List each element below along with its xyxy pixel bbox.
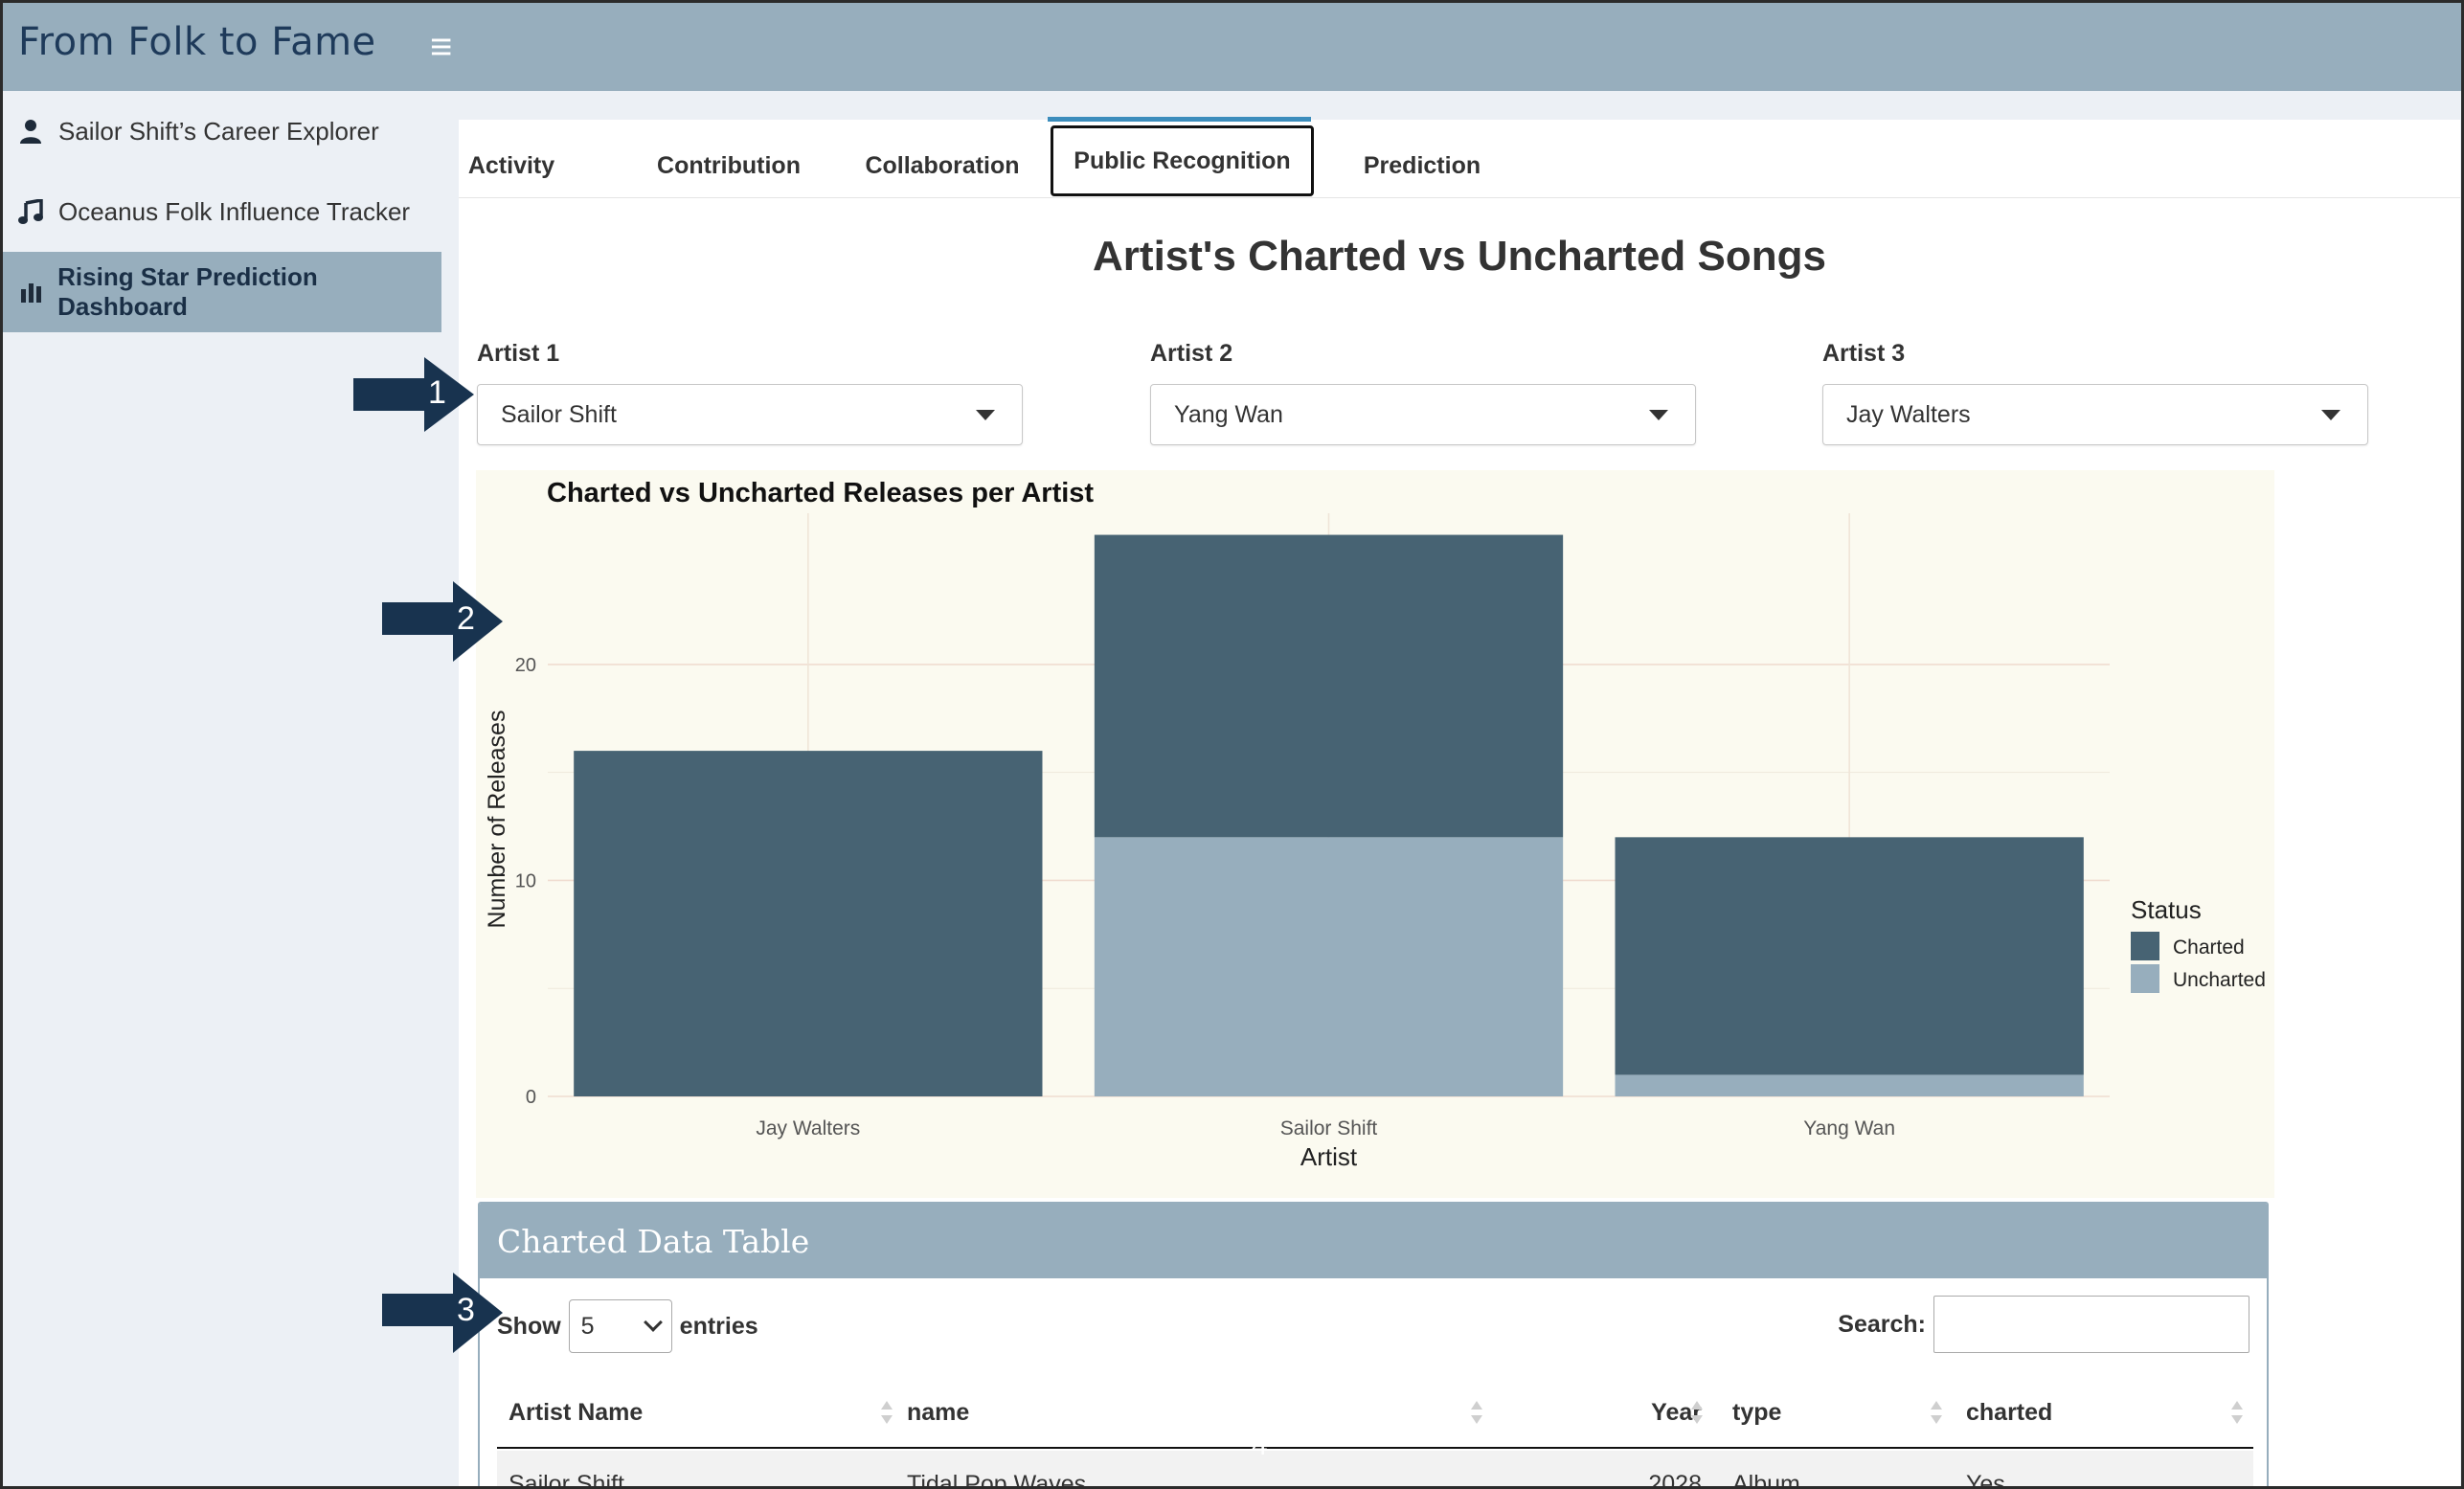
artist-1-select[interactable]: Sailor Shift (477, 384, 1023, 445)
main-area: Activity Contribution Collaboration Publ… (441, 91, 2461, 1489)
entries-select[interactable]: 5 (568, 1299, 672, 1353)
tab-public-recognition[interactable]: Public Recognition (1051, 125, 1314, 196)
callout-number-4: 4 (1252, 1430, 1268, 1461)
column-header-year[interactable]: Year (1522, 1378, 1702, 1447)
tab-panel: Activity Contribution Collaboration Publ… (459, 117, 2460, 1489)
artist-1-value: Sailor Shift (501, 400, 617, 428)
cell-name: Tidal Pop Waves (907, 1470, 1087, 1489)
artist-3-label: Artist 3 (1822, 340, 1906, 367)
artist-2-value: Yang Wan (1174, 400, 1283, 428)
legend-swatch-charted (2131, 932, 2159, 960)
legend-label-charted: Charted (2173, 936, 2245, 959)
sidebar-item-label: Rising Star Prediction Dashboard (57, 262, 318, 321)
releases-chart: 0 10 20 Jay Walters Sailor Shift Yang Wan Char… (476, 470, 2274, 1198)
artist-2-label: Artist 2 (1150, 340, 1233, 367)
releases-chart-svg: 0 10 20 Jay Walters Sailor Shift Yang Wan Char… (476, 470, 2274, 1198)
section-title: Artist's Charted vs Uncharted Songs (1093, 233, 1826, 280)
artist-3-value: Jay Walters (1846, 400, 1971, 428)
caret-down-icon (1649, 410, 1668, 420)
active-tab-indicator (1048, 117, 1311, 122)
charted-data-table-box: Charted Data Table Show 5 entries Search… (478, 1202, 2269, 1489)
sort-icon (880, 1401, 893, 1428)
callout-number: 2 (457, 600, 475, 637)
entries-label: entries (679, 1312, 758, 1340)
bar-segment-uncharted (1094, 837, 1564, 1096)
x-tick-label: Sailor Shift (1280, 1117, 1378, 1139)
search-input[interactable] (1933, 1296, 2249, 1353)
artist-1-label: Artist 1 (477, 340, 560, 367)
chevron-down-icon (643, 1313, 663, 1332)
x-axis-label: Artist (1300, 1142, 1358, 1171)
user-icon (18, 119, 43, 144)
y-tick-label: 10 (515, 870, 536, 891)
table-header: Artist Name name Year type charted (497, 1378, 2253, 1449)
cell-charted: Yes (1966, 1470, 2005, 1489)
hamburger-icon[interactable]: ≡ (430, 28, 452, 66)
sidebar: Sailor Shift’s Career Explorer Oceanus F… (3, 91, 441, 1486)
cell-year: 2028 (1648, 1470, 1702, 1489)
sidebar-item-label: Oceanus Folk Influence Tracker (58, 196, 411, 226)
tab-prediction[interactable]: Prediction (1340, 135, 1504, 196)
bar-segment-charted (574, 751, 1043, 1096)
column-header-name[interactable]: name (907, 1378, 969, 1447)
chart-title: Charted vs Uncharted Releases per Artist (547, 478, 1094, 508)
y-axis-label: Number of Releases (484, 711, 510, 929)
legend-swatch-uncharted (2131, 964, 2159, 993)
sort-icon (1690, 1401, 1704, 1428)
artist-2-select[interactable]: Yang Wan (1150, 384, 1696, 445)
x-tick-label: Yang Wan (1803, 1117, 1895, 1139)
caret-down-icon (976, 410, 995, 420)
tab-collaboration[interactable]: Collaboration (834, 135, 1051, 196)
cell-artist-name: Sailor Shift (509, 1470, 624, 1489)
bar-segment-charted (1615, 837, 2084, 1075)
tab-bar: Activity Contribution Collaboration Publ… (459, 117, 2460, 198)
column-header-artist-name[interactable]: Artist Name (509, 1378, 643, 1447)
column-header-type[interactable]: type (1732, 1378, 1781, 1447)
sort-icon (1930, 1401, 1943, 1428)
app-title: From Folk to Fame (18, 20, 376, 64)
callout-number: 1 (428, 374, 446, 411)
y-tick-label: 20 (515, 655, 536, 676)
sort-icon (1470, 1401, 1483, 1428)
tab-activity[interactable]: Activity (459, 135, 564, 196)
bar-segment-uncharted (1615, 1074, 2084, 1096)
sort-icon (2230, 1401, 2244, 1428)
column-header-charted[interactable]: charted (1966, 1378, 2052, 1447)
top-header: From Folk to Fame ≡ (3, 3, 2461, 91)
artist-3-select[interactable]: Jay Walters (1822, 384, 2368, 445)
tab-contribution[interactable]: Contribution (629, 135, 828, 196)
bar-chart-icon (18, 280, 42, 305)
show-label: Show (497, 1312, 561, 1340)
entries-control: Show 5 entries (497, 1299, 758, 1353)
sidebar-item-influence-tracker[interactable]: Oceanus Folk Influence Tracker (3, 171, 441, 252)
y-tick-label: 0 (526, 1087, 536, 1108)
legend-label-uncharted: Uncharted (2173, 969, 2266, 991)
entries-value: 5 (580, 1312, 595, 1340)
sidebar-item-career-explorer[interactable]: Sailor Shift’s Career Explorer (3, 91, 441, 171)
sidebar-item-label: Sailor Shift’s Career Explorer (58, 116, 379, 146)
callout-number: 3 (457, 1292, 475, 1328)
table-row[interactable]: Sailor Shift Tidal Pop Waves 2028 Album … (497, 1451, 2253, 1489)
legend-title: Status (2131, 895, 2202, 924)
music-note-icon (18, 199, 43, 224)
x-tick-label: Jay Walters (756, 1117, 860, 1139)
table-search: Search: (1838, 1296, 2249, 1353)
search-label: Search: (1838, 1310, 1926, 1338)
app-window: From Folk to Fame ≡ Sailor Shift’s Caree… (0, 0, 2464, 1489)
bar-segment-charted (1094, 534, 1564, 838)
box-title: Charted Data Table (480, 1204, 2267, 1278)
sidebar-item-rising-star-dashboard[interactable]: Rising Star Prediction Dashboard (3, 252, 441, 332)
cell-type: Album (1732, 1470, 1800, 1489)
caret-down-icon (2321, 410, 2340, 420)
